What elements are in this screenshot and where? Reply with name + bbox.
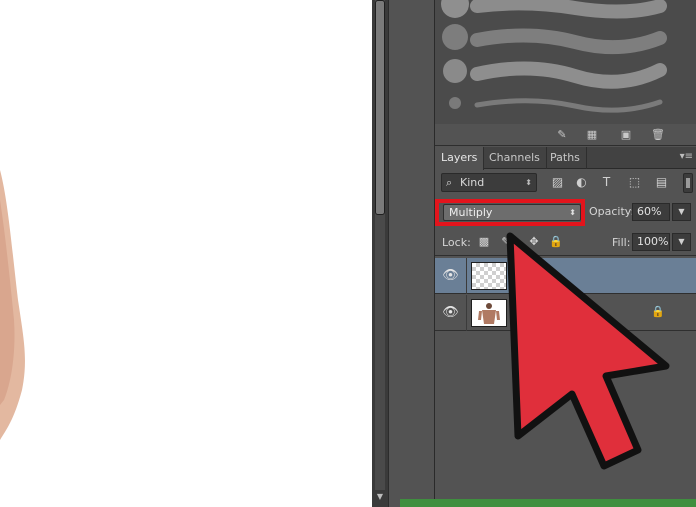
brush-settings-icon[interactable]: ✎	[555, 128, 569, 141]
trash-icon[interactable]: 🗑	[651, 128, 665, 141]
type-filter-icon[interactable]: T	[598, 174, 615, 191]
filter-toggle[interactable]	[683, 173, 693, 193]
bottom-status-strip	[400, 499, 696, 507]
grid-icon[interactable]: ▦	[585, 128, 599, 141]
scrollbar-thumb[interactable]	[375, 0, 385, 215]
panel-dock-gutter	[388, 0, 434, 507]
eye-icon[interactable]: 👁	[435, 258, 467, 294]
canvas-vertical-scrollbar[interactable]: ▼	[372, 0, 388, 507]
tab-layers[interactable]: Layers	[435, 147, 485, 170]
blend-mode-select[interactable]: Multiply ⬍	[443, 204, 581, 221]
panel-tabs: Layers Channels Paths ▾≡	[435, 147, 696, 170]
document-canvas[interactable]	[0, 0, 372, 507]
layer-filter-row: ⌕ Kind ⬍ ▨ ◐ T ⬚ ▤	[435, 170, 696, 196]
blend-row: Multiply ⬍ Opacity: 60% ▼	[435, 198, 696, 226]
brush-toolbar: ✎ ▦ ▣ 🗑	[435, 124, 696, 146]
scroll-down-arrow-icon[interactable]: ▼	[375, 491, 385, 503]
shape-filter-icon[interactable]: ⬚	[626, 174, 643, 191]
tab-channels[interactable]: Channels	[483, 147, 547, 169]
brush-preview	[435, 0, 696, 124]
lock-label: Lock:	[442, 236, 471, 249]
panel-menu-icon[interactable]: ▾≡	[680, 151, 693, 162]
kind-label: Kind	[460, 176, 485, 189]
chevron-updown-icon: ⬍	[525, 178, 532, 187]
adjustment-filter-icon[interactable]: ◐	[573, 174, 590, 191]
new-preset-icon[interactable]: ▣	[619, 128, 633, 141]
opacity-label: Opacity:	[589, 205, 635, 218]
eye-icon[interactable]: 👁	[435, 295, 467, 331]
brush-strokes-preview	[435, 0, 696, 124]
kind-filter-select[interactable]: ⌕ Kind ⬍	[441, 173, 537, 192]
search-icon: ⌕	[446, 176, 453, 189]
blend-mode-value: Multiply	[449, 206, 493, 219]
image-filter-icon[interactable]: ▨	[549, 174, 566, 191]
opacity-dropdown-icon[interactable]: ▼	[672, 203, 691, 221]
opacity-field[interactable]: 60%	[632, 203, 670, 221]
pointer-arrow-icon	[506, 232, 670, 470]
tab-paths[interactable]: Paths	[544, 147, 587, 169]
arm-image	[0, 170, 25, 440]
chevron-updown-icon: ⬍	[569, 208, 576, 217]
smart-object-filter-icon[interactable]: ▤	[653, 174, 670, 191]
